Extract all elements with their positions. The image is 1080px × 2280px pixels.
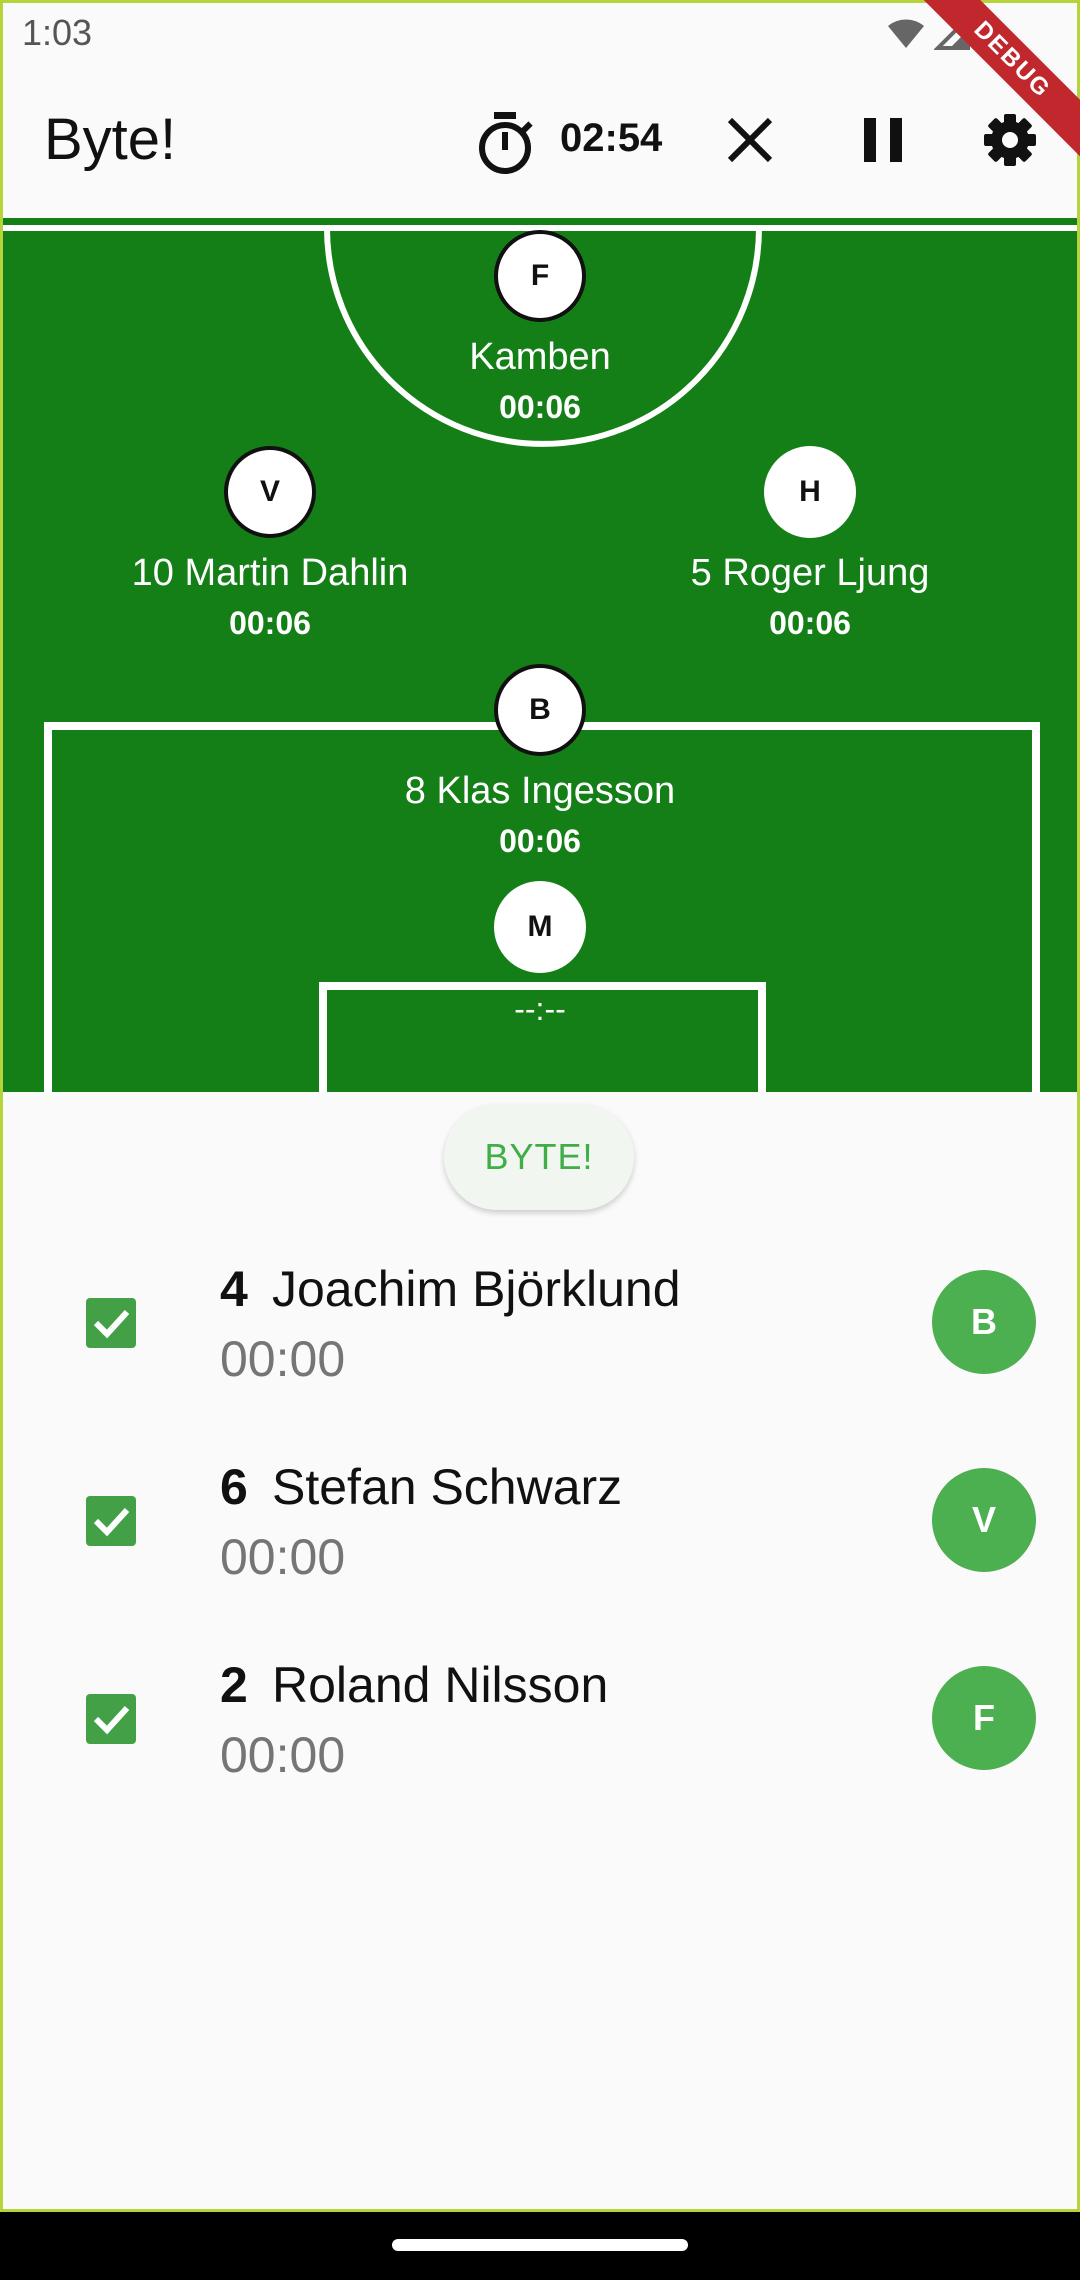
- player-time: 00:06: [769, 605, 851, 641]
- check-icon: [93, 1507, 130, 1537]
- select-checkbox[interactable]: [86, 1496, 136, 1546]
- player-time: 00:00: [220, 1529, 346, 1585]
- gear-icon: [984, 114, 1036, 166]
- position-badge: B: [494, 664, 586, 756]
- app-title: Byte!: [44, 107, 177, 172]
- position-badge[interactable]: B: [932, 1270, 1036, 1374]
- player-goalkeeper[interactable]: M --:--: [390, 881, 690, 1028]
- check-icon: [93, 1309, 130, 1339]
- player-time: 00:00: [220, 1331, 346, 1387]
- player-name: 5 Roger Ljung: [690, 552, 930, 594]
- player-forward[interactable]: F Kamben 00:06: [390, 230, 690, 426]
- player-left[interactable]: V 10 Martin Dahlin 00:06: [80, 446, 460, 642]
- player-name: Kamben: [469, 336, 611, 378]
- player-name: Roland Nilsson: [272, 1657, 609, 1713]
- stopwatch-icon: [474, 110, 536, 181]
- position-badge[interactable]: V: [932, 1468, 1036, 1572]
- match-timer: 02:54: [560, 116, 663, 160]
- player-time: --:--: [514, 991, 566, 1027]
- player-time: 00:06: [229, 605, 311, 641]
- player-back[interactable]: B 8 Klas Ingesson 00:06: [340, 664, 740, 860]
- position-badge: V: [224, 446, 316, 538]
- close-icon: [727, 117, 773, 163]
- select-checkbox[interactable]: [86, 1298, 136, 1348]
- swap-button[interactable]: BYTE!: [444, 1104, 634, 1210]
- player-time: 00:06: [499, 823, 581, 859]
- check-icon: [93, 1705, 130, 1735]
- position-badge: H: [764, 446, 856, 538]
- player-name: Stefan Schwarz: [272, 1459, 623, 1515]
- select-checkbox[interactable]: [86, 1694, 136, 1744]
- player-number: 6: [220, 1459, 248, 1515]
- status-time: 1:03: [22, 12, 93, 53]
- bench-row[interactable]: 2 Roland Nilsson 00:00 F: [0, 1646, 1080, 1826]
- position-badge[interactable]: F: [932, 1666, 1036, 1770]
- bench-row[interactable]: 4 Joachim Björklund 00:00 B: [0, 1250, 1080, 1430]
- bench-row[interactable]: 6 Stefan Schwarz 00:00 V: [0, 1448, 1080, 1628]
- player-name: 8 Klas Ingesson: [404, 770, 676, 812]
- status-bar: 1:03: [0, 0, 1080, 66]
- wifi-icon: [888, 19, 924, 48]
- home-gesture-handle[interactable]: [392, 2239, 688, 2251]
- player-name: 10 Martin Dahlin: [131, 552, 409, 594]
- settings-button[interactable]: [982, 112, 1038, 173]
- app-bar: Byte! 02:54: [0, 66, 1080, 218]
- player-number: 4: [220, 1261, 248, 1317]
- player-right[interactable]: H 5 Roger Ljung 00:06: [620, 446, 1000, 642]
- pause-button[interactable]: [858, 114, 908, 171]
- position-badge: F: [494, 230, 586, 322]
- player-time: 00:00: [220, 1727, 346, 1783]
- player-name: Joachim Björklund: [272, 1261, 681, 1317]
- player-time: 00:06: [499, 389, 581, 425]
- pause-icon: [864, 118, 902, 162]
- close-button[interactable]: [724, 114, 776, 171]
- player-number: 2: [220, 1657, 248, 1713]
- position-badge: M: [494, 881, 586, 973]
- football-pitch: F Kamben 00:06 V 10 Martin Dahlin 00:06 …: [0, 218, 1080, 1092]
